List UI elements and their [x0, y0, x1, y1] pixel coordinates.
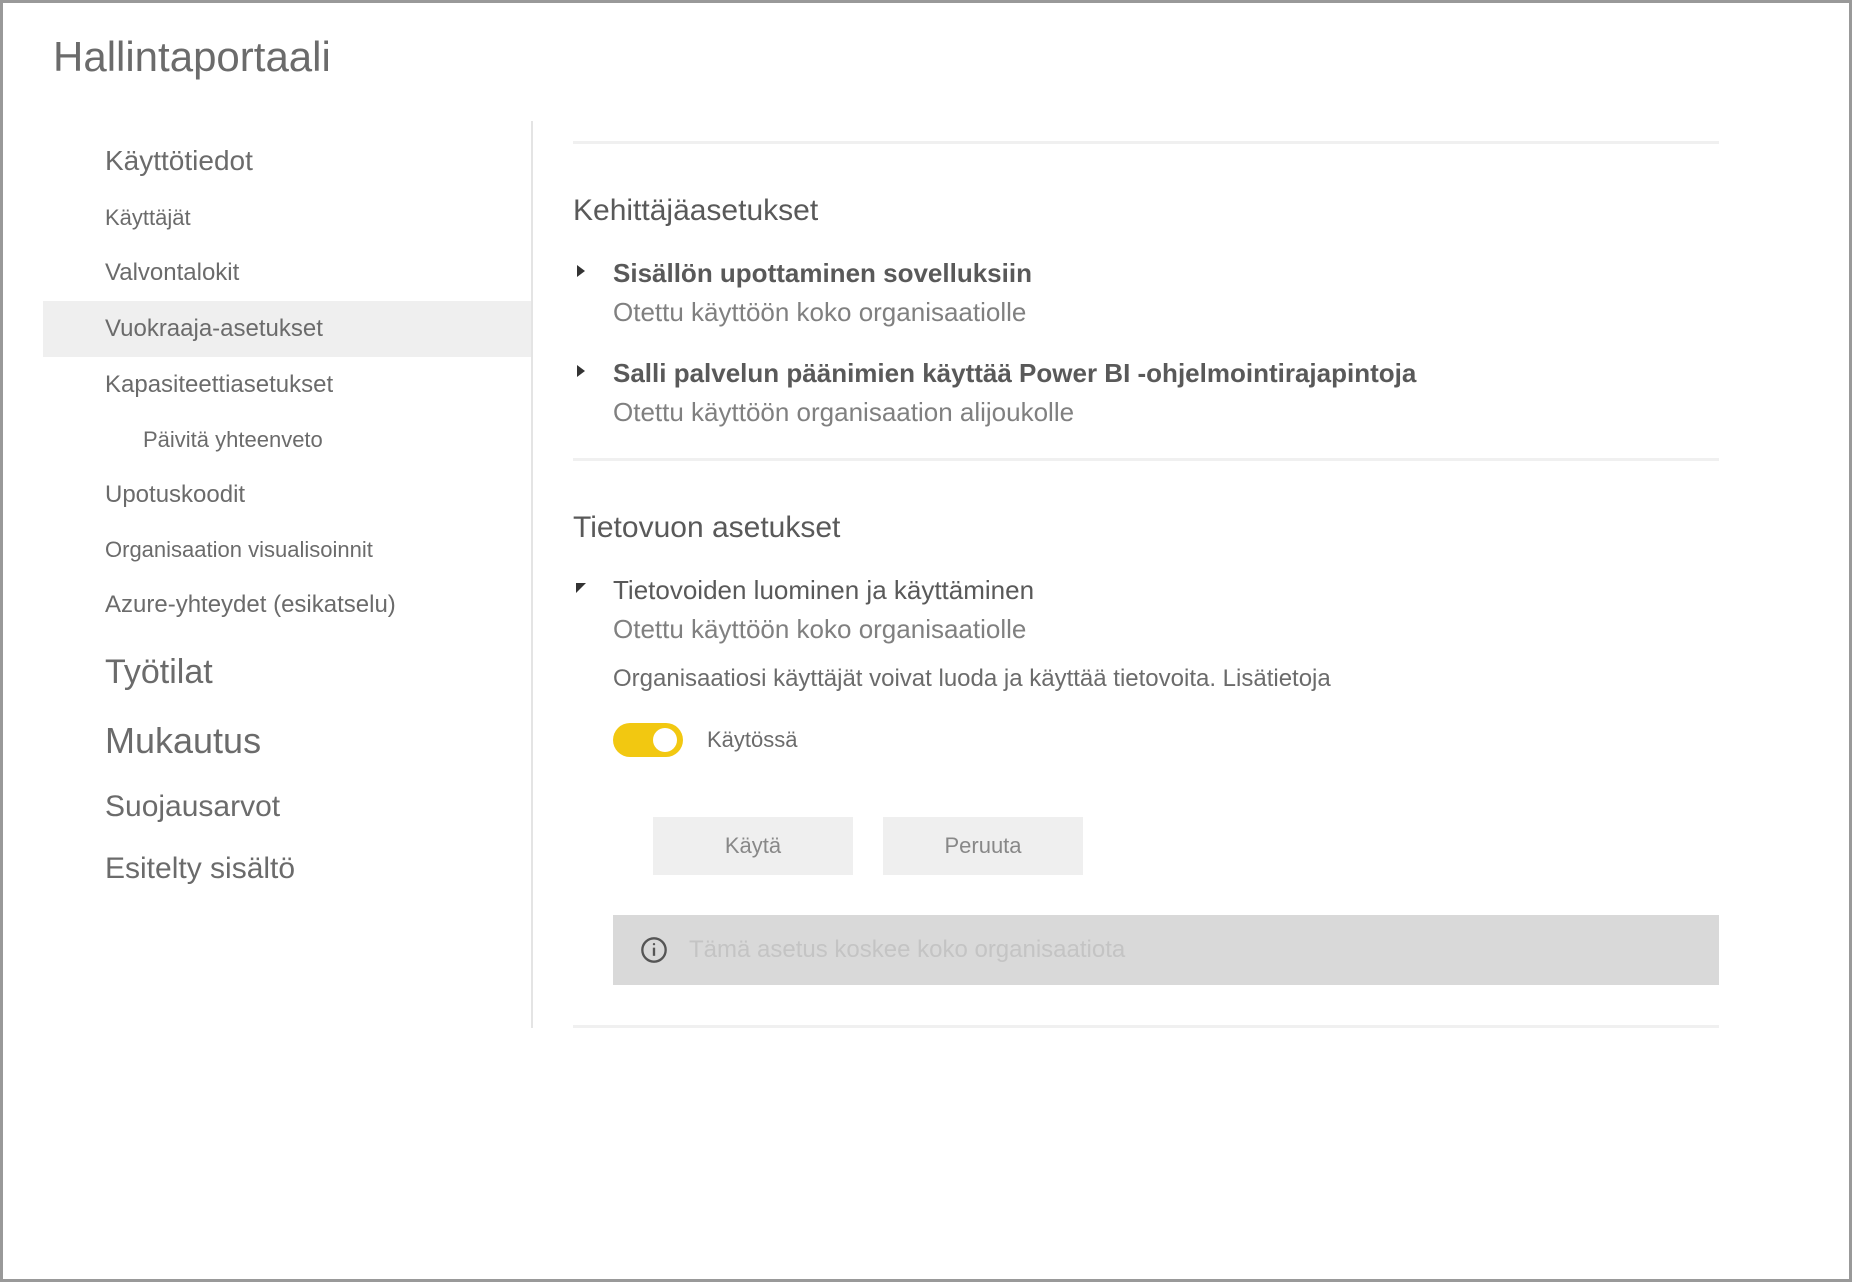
divider	[573, 1025, 1719, 1028]
setting-status: Otettu käyttöön koko organisaatiolle	[613, 614, 1719, 645]
sidebar-item-auditlogs[interactable]: Valvontalokit	[43, 245, 531, 301]
divider	[573, 458, 1719, 461]
setting-name: Salli palvelun päänimien käyttää Power B…	[613, 358, 1719, 389]
enable-toggle[interactable]	[613, 723, 683, 757]
sidebar-item-org-visuals[interactable]: Organisaation visualisoinnit	[43, 523, 531, 577]
cancel-button[interactable]: Peruuta	[883, 817, 1083, 875]
info-text: Tämä asetus koskee koko organisaatiota	[689, 936, 1125, 964]
sidebar-item-featured-content[interactable]: Esitelty sisältö	[43, 838, 531, 900]
sidebar: Käyttötiedot Käyttäjät Valvontalokit Vuo…	[43, 121, 533, 1028]
sidebar-item-protection[interactable]: Suojausarvot	[43, 776, 531, 838]
developer-settings-title: Kehittäjäasetukset	[573, 194, 1719, 228]
setting-dataflow-creation[interactable]: Tietovoiden luominen ja käyttäminen Otet…	[573, 575, 1719, 985]
setting-embed-content[interactable]: Sisällön upottaminen sovelluksiin Otettu…	[573, 258, 1719, 328]
sidebar-item-customization[interactable]: Mukautus	[43, 706, 531, 776]
dataflow-settings-title: Tietovuon asetukset	[573, 511, 1719, 545]
info-banner: Tämä asetus koskee koko organisaatiota	[613, 915, 1719, 985]
page-title: Hallintaportaali	[53, 33, 1809, 81]
info-icon	[639, 935, 669, 965]
setting-name: Tietovoiden luominen ja käyttäminen	[613, 575, 1719, 606]
toggle-label: Käytössä	[707, 727, 798, 753]
sidebar-item-embedcodes[interactable]: Upotuskoodit	[43, 467, 531, 523]
caret-down-icon	[573, 575, 593, 985]
sidebar-item-tenantsettings[interactable]: Vuokraaja-asetukset	[43, 301, 531, 357]
sidebar-item-capacity[interactable]: Kapasiteettiasetukset	[43, 357, 531, 413]
sidebar-item-refresh-summary[interactable]: Päivitä yhteenveto	[43, 413, 531, 467]
toggle-knob	[653, 728, 677, 752]
setting-name: Sisällön upottaminen sovelluksiin	[613, 258, 1719, 289]
apply-button[interactable]: Käytä	[653, 817, 853, 875]
setting-status: Otettu käyttöön koko organisaatiolle	[613, 297, 1719, 328]
setting-description: Organisaatiosi käyttäjät voivat luoda ja…	[613, 665, 1719, 693]
sidebar-item-azure-connections[interactable]: Azure-yhteydet (esikatselu)	[43, 577, 531, 633]
caret-right-icon	[573, 258, 593, 328]
main-content: Kehittäjäasetukset Sisällön upottaminen …	[533, 121, 1809, 1028]
setting-status: Otettu käyttöön organisaation alijoukoll…	[613, 397, 1719, 428]
sidebar-item-usage[interactable]: Käyttötiedot	[43, 131, 531, 191]
caret-right-icon	[573, 358, 593, 428]
divider	[573, 141, 1719, 144]
sidebar-item-users[interactable]: Käyttäjät	[43, 191, 531, 245]
sidebar-item-workspaces[interactable]: Työtilat	[43, 639, 531, 706]
setting-service-principals[interactable]: Salli palvelun päänimien käyttää Power B…	[573, 358, 1719, 428]
